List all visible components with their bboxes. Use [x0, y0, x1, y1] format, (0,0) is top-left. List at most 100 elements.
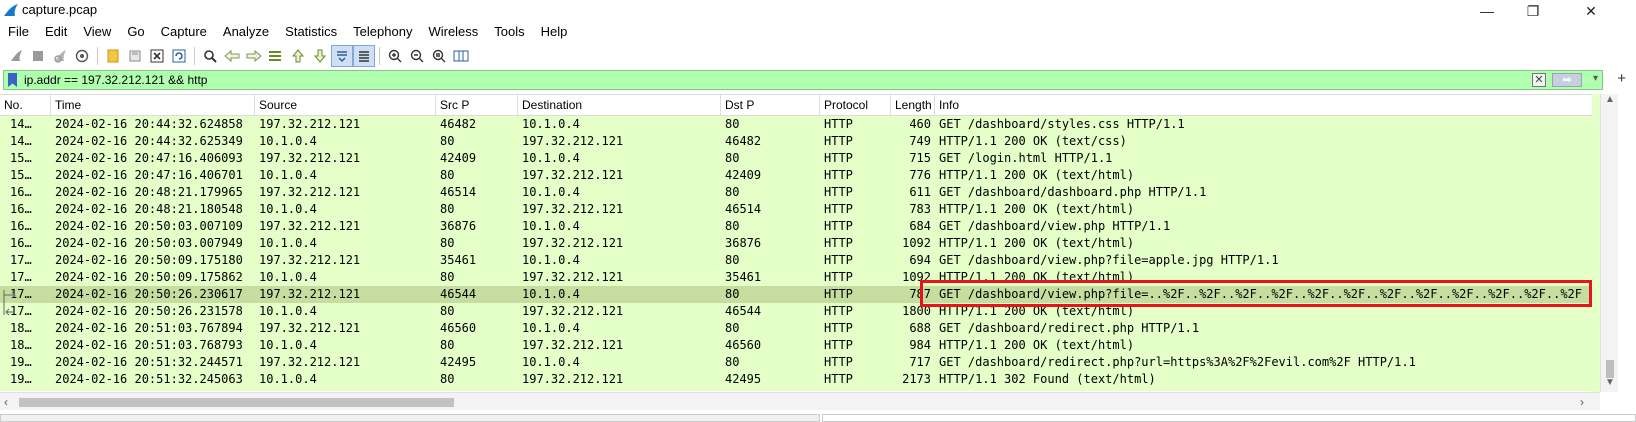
cell-info: HTTP/1.1 200 OK (text/html) [939, 236, 1135, 250]
menu-help[interactable]: Help [533, 22, 576, 42]
capture-options-icon[interactable] [71, 45, 93, 67]
colorize-icon[interactable] [353, 44, 375, 67]
zoom-reset-icon[interactable] [428, 45, 450, 67]
cell-protocol: HTTP [824, 270, 853, 284]
bookmark-icon[interactable] [8, 73, 17, 87]
cell-info: GET /dashboard/redirect.php HTTP/1.1 [939, 321, 1200, 335]
packet-row[interactable]: 14… 2024-02-16 20:44:32.624858 197.32.212.… [0, 116, 1592, 133]
cell-dst-port: 46482 [725, 134, 762, 148]
start-capture-icon[interactable] [5, 45, 27, 67]
column-header-dst-port[interactable]: Dst P [721, 95, 820, 116]
close-file-icon[interactable] [146, 45, 168, 67]
clear-filter-icon[interactable]: ✕ [1532, 73, 1546, 87]
cell-dst-port: 80 [725, 219, 740, 233]
column-header-destination[interactable]: Destination [518, 95, 721, 116]
cell-time: 2024-02-16 20:50:26.231578 [55, 304, 243, 318]
scroll-up-icon[interactable]: ▲ [1605, 94, 1615, 105]
auto-scroll-icon[interactable] [331, 44, 353, 67]
filter-history-dropdown-icon[interactable]: ▾ [1593, 73, 1598, 84]
column-header-info[interactable]: Info [935, 95, 1592, 116]
cell-time: 2024-02-16 20:51:32.245063 [55, 372, 243, 386]
open-file-icon[interactable] [102, 45, 124, 67]
horizontal-scrollbar[interactable]: ‹ › [0, 392, 1600, 410]
scroll-left-icon[interactable]: ‹ [4, 395, 8, 409]
restart-capture-icon[interactable] [49, 45, 71, 67]
cell-source: 197.32.212.121 [259, 287, 361, 301]
cell-protocol: HTTP [824, 117, 853, 131]
cell-source: 10.1.0.4 [259, 202, 317, 216]
menu-file[interactable]: File [0, 22, 37, 42]
stop-capture-icon[interactable] [27, 45, 49, 67]
reload-file-icon[interactable] [168, 45, 190, 67]
apply-filter-icon[interactable]: ➡ [1552, 73, 1582, 87]
cell-destination: 197.32.212.121 [522, 270, 624, 284]
packet-row[interactable]: 19… 2024-02-16 20:51:32.244571 197.32.212.… [0, 354, 1592, 371]
zoom-out-icon[interactable] [406, 45, 428, 67]
packet-minimap[interactable] [1592, 94, 1600, 392]
packet-row[interactable]: 19… 2024-02-16 20:51:32.245063 10.1.0.4 80 1… [0, 371, 1592, 388]
first-packet-icon[interactable] [287, 45, 309, 67]
minimize-button[interactable]: — [1464, 0, 1510, 22]
cell-dst-port: 80 [725, 117, 740, 131]
go-forward-icon[interactable] [243, 45, 265, 67]
add-filter-button-icon[interactable]: + [1617, 70, 1626, 87]
cell-destination: 10.1.0.4 [522, 219, 580, 233]
scroll-right-icon[interactable]: › [1580, 395, 1584, 409]
close-window-button[interactable]: ✕ [1568, 0, 1614, 22]
menu-wireless[interactable]: Wireless [420, 22, 486, 42]
cell-dst-port: 80 [725, 253, 740, 267]
resize-columns-icon[interactable] [450, 45, 472, 67]
packet-row[interactable]: 16… 2024-02-16 20:48:21.180548 10.1.0.4 80 1… [0, 201, 1592, 218]
column-header-source[interactable]: Source [255, 95, 436, 116]
cell-protocol: HTTP [824, 236, 853, 250]
packet-row[interactable]: 16… 2024-02-16 20:50:03.007109 197.32.212.… [0, 218, 1592, 235]
cell-length: 694 [909, 253, 931, 267]
display-filter-text[interactable]: ip.addr == 197.32.212.121 && http [24, 73, 207, 87]
related-packet-icon [3, 290, 16, 316]
column-header-length[interactable]: Length [891, 95, 935, 116]
cell-time: 2024-02-16 20:44:32.624858 [55, 117, 243, 131]
column-header-no[interactable]: No. [0, 95, 51, 116]
packet-row[interactable]: 17… 2024-02-16 20:50:09.175180 197.32.212.… [0, 252, 1592, 269]
menu-tools[interactable]: Tools [486, 22, 532, 42]
cell-no: 19… [10, 355, 32, 369]
packet-bytes-pane[interactable] [822, 414, 1636, 422]
menu-view[interactable]: View [75, 22, 119, 42]
zoom-in-icon[interactable] [384, 45, 406, 67]
restore-button[interactable]: ❐ [1510, 0, 1556, 22]
scroll-down-icon[interactable]: ▼ [1605, 377, 1615, 388]
vertical-scroll-thumb[interactable] [1606, 360, 1614, 378]
cell-destination: 197.32.212.121 [522, 236, 624, 250]
save-file-icon[interactable] [124, 45, 146, 67]
toolbar-separator [194, 46, 195, 65]
cell-source: 10.1.0.4 [259, 168, 317, 182]
menu-capture[interactable]: Capture [153, 22, 215, 42]
restore-icon: ❐ [1526, 2, 1540, 19]
last-packet-icon[interactable] [309, 45, 331, 67]
packet-row[interactable]: 18… 2024-02-16 20:51:03.768793 10.1.0.4 80 1… [0, 337, 1592, 354]
menu-statistics[interactable]: Statistics [277, 22, 345, 42]
horizontal-scroll-thumb[interactable] [19, 398, 454, 407]
display-filter-input[interactable]: ip.addr == 197.32.212.121 && http ✕ ➡ ▾ [3, 70, 1603, 90]
go-back-icon[interactable] [221, 45, 243, 67]
cell-protocol: HTTP [824, 304, 853, 318]
column-header-time[interactable]: Time [51, 95, 255, 116]
column-header-src-port[interactable]: Src P [436, 95, 518, 116]
packet-row[interactable]: 16… 2024-02-16 20:50:03.007949 10.1.0.4 80 1… [0, 235, 1592, 252]
cell-src-port: 42495 [440, 355, 477, 369]
vertical-scrollbar[interactable]: ▲ ▼ [1600, 94, 1618, 392]
column-header-protocol[interactable]: Protocol [820, 95, 891, 116]
menu-analyze[interactable]: Analyze [215, 22, 277, 42]
find-packet-icon[interactable] [199, 45, 221, 67]
packet-row[interactable]: 15… 2024-02-16 20:47:16.406701 10.1.0.4 80 1… [0, 167, 1592, 184]
packet-row[interactable]: 14… 2024-02-16 20:44:32.625349 10.1.0.4 80 1… [0, 133, 1592, 150]
cell-protocol: HTTP [824, 219, 853, 233]
packet-row[interactable]: 18… 2024-02-16 20:51:03.767894 197.32.212.… [0, 320, 1592, 337]
menu-telephony[interactable]: Telephony [345, 22, 420, 42]
go-to-packet-icon[interactable] [265, 45, 287, 67]
packet-row[interactable]: 16… 2024-02-16 20:48:21.179965 197.32.212.… [0, 184, 1592, 201]
menu-edit[interactable]: Edit [37, 22, 75, 42]
menu-go[interactable]: Go [119, 22, 152, 42]
packet-details-pane[interactable] [0, 414, 820, 422]
packet-row[interactable]: 15… 2024-02-16 20:47:16.406093 197.32.212.… [0, 150, 1592, 167]
